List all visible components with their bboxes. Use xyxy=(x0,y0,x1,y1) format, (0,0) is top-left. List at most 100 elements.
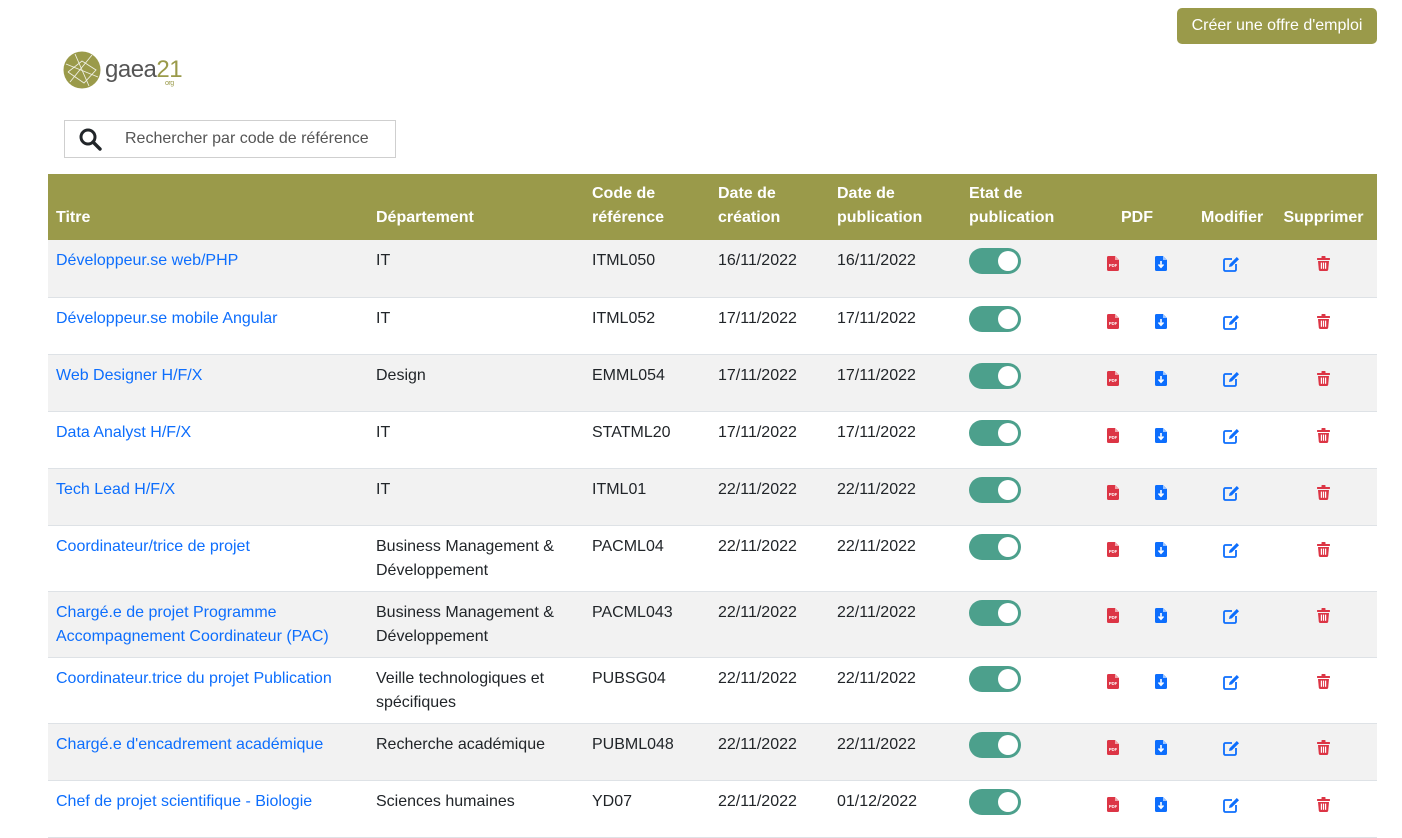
column-header-title[interactable]: Titre xyxy=(48,174,368,240)
toggle-knob xyxy=(998,536,1018,557)
publish-toggle[interactable] xyxy=(969,248,1021,274)
table-row: Data Analyst H/F/X IT STATML20 17/11/202… xyxy=(48,411,1377,469)
column-header-delete: Supprimer xyxy=(1270,174,1377,240)
cell-edit xyxy=(1193,657,1270,724)
file-download-icon[interactable] xyxy=(1155,739,1167,755)
edit-icon[interactable] xyxy=(1223,542,1240,558)
cell-status xyxy=(961,354,1081,412)
publish-toggle[interactable] xyxy=(969,599,1021,626)
edit-icon[interactable] xyxy=(1223,608,1240,624)
cell-created-date: 22/11/2022 xyxy=(710,657,829,724)
cell-pdf: PDF xyxy=(1081,240,1193,298)
create-job-offer-button[interactable]: Créer une offre d'emploi xyxy=(1177,8,1377,44)
table-row: Coordinateur/trice de projet Business Ma… xyxy=(48,525,1377,592)
cell-ref-code: PACML04 xyxy=(584,525,710,592)
column-header-status[interactable]: Etat de publication xyxy=(961,174,1081,240)
edit-icon[interactable] xyxy=(1223,314,1240,330)
cell-created-date: 22/11/2022 xyxy=(710,591,829,658)
publish-toggle[interactable] xyxy=(969,731,1021,758)
file-download-icon[interactable] xyxy=(1155,370,1167,386)
file-download-icon[interactable] xyxy=(1155,484,1167,500)
cell-ref-code: PACML043 xyxy=(584,591,710,658)
cell-title: Coordinateur/trice de projet xyxy=(48,525,368,592)
edit-icon[interactable] xyxy=(1223,256,1240,272)
pdf-file-icon[interactable]: PDF xyxy=(1107,484,1119,500)
trash-icon[interactable] xyxy=(1317,541,1330,557)
column-header-created[interactable]: Date de création xyxy=(710,174,829,240)
edit-icon[interactable] xyxy=(1223,740,1240,756)
file-download-icon[interactable] xyxy=(1155,796,1167,812)
edit-icon[interactable] xyxy=(1223,428,1240,444)
job-title-link[interactable]: Chargé.e de projet Programme Accompagnem… xyxy=(56,604,329,645)
job-title-link[interactable]: Tech Lead H/F/X xyxy=(56,481,175,498)
cell-department: Sciences humaines xyxy=(368,780,584,838)
toggle-knob xyxy=(998,308,1018,329)
pdf-file-icon[interactable]: PDF xyxy=(1107,313,1119,329)
trash-icon[interactable] xyxy=(1317,796,1330,812)
search-icon[interactable] xyxy=(65,127,115,151)
trash-icon[interactable] xyxy=(1317,607,1330,623)
svg-text:PDF: PDF xyxy=(1109,321,1118,326)
job-title-link[interactable]: Web Designer H/F/X xyxy=(56,367,202,384)
pdf-file-icon[interactable]: PDF xyxy=(1107,607,1119,623)
pdf-file-icon[interactable]: PDF xyxy=(1107,427,1119,443)
job-title-link[interactable]: Coordinateur/trice de projet xyxy=(56,538,250,555)
trash-icon[interactable] xyxy=(1317,313,1330,329)
cell-edit xyxy=(1193,591,1270,658)
publish-toggle[interactable] xyxy=(969,362,1021,389)
publish-toggle[interactable] xyxy=(969,305,1021,332)
trash-icon[interactable] xyxy=(1317,673,1330,689)
job-title-link[interactable]: Développeur.se web/PHP xyxy=(56,252,238,269)
file-download-icon[interactable] xyxy=(1155,607,1167,623)
pdf-file-icon[interactable]: PDF xyxy=(1107,256,1119,271)
table-header-row: Titre Département Code de référence Date… xyxy=(48,174,1377,240)
table-row: Web Designer H/F/X Design EMML054 17/11/… xyxy=(48,354,1377,412)
cell-edit xyxy=(1193,240,1270,298)
publish-toggle[interactable] xyxy=(969,476,1021,503)
column-header-published[interactable]: Date de publication xyxy=(829,174,961,240)
cell-delete xyxy=(1270,591,1377,658)
publish-toggle[interactable] xyxy=(969,419,1021,446)
pdf-file-icon[interactable]: PDF xyxy=(1107,370,1119,386)
publish-toggle[interactable] xyxy=(969,533,1021,560)
file-download-icon[interactable] xyxy=(1155,541,1167,557)
trash-icon[interactable] xyxy=(1317,427,1330,443)
job-title-link[interactable]: Chef de projet scientifique - Biologie xyxy=(56,793,312,810)
trash-icon[interactable] xyxy=(1317,484,1330,500)
pdf-file-icon[interactable]: PDF xyxy=(1107,796,1119,812)
cell-department: IT xyxy=(368,240,584,298)
edit-icon[interactable] xyxy=(1223,485,1240,501)
file-download-icon[interactable] xyxy=(1155,427,1167,443)
cell-status xyxy=(961,723,1081,781)
cell-edit xyxy=(1193,297,1270,355)
cell-title: Coordinateur.trice du projet Publication xyxy=(48,657,368,724)
pdf-file-icon[interactable]: PDF xyxy=(1107,541,1119,557)
file-download-icon[interactable] xyxy=(1155,673,1167,689)
publish-toggle[interactable] xyxy=(969,665,1021,692)
job-title-link[interactable]: Développeur.se mobile Angular xyxy=(56,310,277,327)
cell-published-date: 22/11/2022 xyxy=(829,468,961,526)
trash-icon[interactable] xyxy=(1317,739,1330,755)
svg-text:PDF: PDF xyxy=(1109,263,1118,268)
cell-title: Chargé.e de projet Programme Accompagnem… xyxy=(48,591,368,658)
edit-icon[interactable] xyxy=(1223,674,1240,690)
cell-delete xyxy=(1270,723,1377,781)
pdf-file-icon[interactable]: PDF xyxy=(1107,739,1119,755)
job-title-link[interactable]: Chargé.e d'encadrement académique xyxy=(56,736,323,753)
cell-published-date: 01/12/2022 xyxy=(829,780,961,838)
column-header-department[interactable]: Département xyxy=(368,174,584,240)
file-download-icon[interactable] xyxy=(1155,256,1167,271)
edit-icon[interactable] xyxy=(1223,371,1240,387)
job-title-link[interactable]: Data Analyst H/F/X xyxy=(56,424,191,441)
cell-status xyxy=(961,525,1081,592)
pdf-file-icon[interactable]: PDF xyxy=(1107,673,1119,689)
job-title-link[interactable]: Coordinateur.trice du projet Publication xyxy=(56,670,332,687)
svg-text:PDF: PDF xyxy=(1109,615,1118,620)
column-header-ref-code[interactable]: Code de référence xyxy=(584,174,710,240)
publish-toggle[interactable] xyxy=(969,788,1021,815)
trash-icon[interactable] xyxy=(1317,256,1330,271)
file-download-icon[interactable] xyxy=(1155,313,1167,329)
cell-department: IT xyxy=(368,297,584,355)
trash-icon[interactable] xyxy=(1317,370,1330,386)
search-input[interactable] xyxy=(115,130,390,148)
